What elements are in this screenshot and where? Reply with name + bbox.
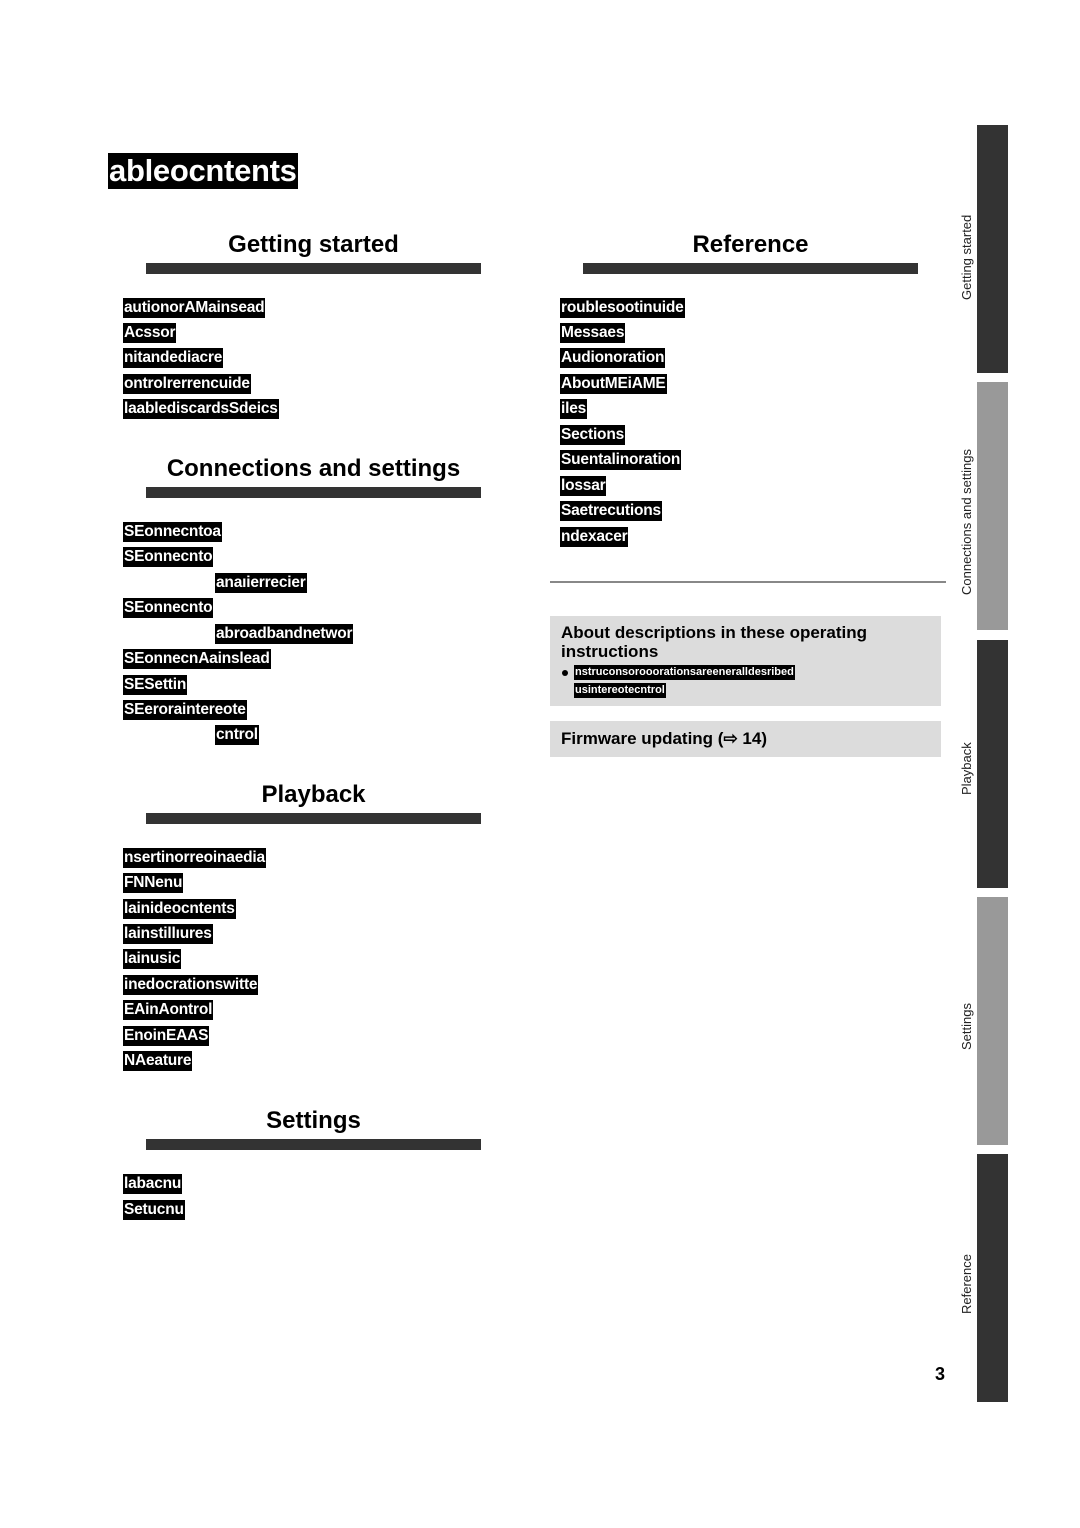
section-settings: Settings xyxy=(146,1107,481,1150)
toc-link[interactable]: Suentalinoration xyxy=(560,450,682,470)
toc-link[interactable]: roublesootinuide xyxy=(560,298,685,318)
page-title: ableocntents xyxy=(108,153,298,189)
toc-link[interactable]: Audionoration xyxy=(560,348,666,368)
toc-link[interactable]: nitandediacre xyxy=(123,348,224,368)
side-tab-settings[interactable]: Settings xyxy=(959,897,1008,1145)
side-tab-reference[interactable]: Reference xyxy=(959,1154,1008,1402)
section-heading: Getting started xyxy=(228,231,399,258)
toc-link[interactable]: Saetrecutions xyxy=(560,501,662,521)
section-reference: Reference xyxy=(583,231,918,274)
toc-link[interactable]: nsertinorreoinaedia xyxy=(123,848,266,868)
toc-link[interactable]: labacnu xyxy=(123,1174,183,1194)
note-bullet-line: nstruconsorooorationsareeneralldesribed xyxy=(574,665,795,680)
toc-link[interactable]: inedocrationswitte xyxy=(123,975,259,995)
section-bar xyxy=(146,263,481,274)
toc-link[interactable]: cntrol xyxy=(215,725,259,745)
side-tab-getting-started[interactable]: Getting started xyxy=(959,125,1008,373)
section-heading: Connections and settings xyxy=(166,455,461,482)
toc-link[interactable]: SEonnecnto xyxy=(123,598,214,618)
section-bar xyxy=(146,487,481,498)
about-descriptions-note: About descriptions in these operating in… xyxy=(550,616,941,706)
toc-link[interactable]: lossar xyxy=(560,476,607,496)
firmware-updating-note: Firmware updating (⇨ 14) xyxy=(550,721,941,757)
toc-link[interactable]: SEeroraintereote xyxy=(123,700,247,720)
toc-link[interactable]: EnoinEAAS xyxy=(123,1026,210,1046)
side-tab-playback[interactable]: Playback xyxy=(959,640,1008,888)
toc-link[interactable]: NAeature xyxy=(123,1051,193,1071)
note-bullet-line: usintereotecntrol xyxy=(574,683,666,698)
side-tab-label: Reference xyxy=(959,1254,974,1314)
side-tab-connections[interactable]: Connections and settings xyxy=(959,382,1008,630)
side-tab-label: Getting started xyxy=(959,214,974,300)
toc-link[interactable]: SEonnecnto xyxy=(123,547,214,567)
section-bar xyxy=(146,1139,481,1150)
toc-link[interactable]: abroadbandnetwor xyxy=(215,624,354,644)
note-bullet: nstruconsorooorationsareeneralldesribed … xyxy=(550,665,941,701)
toc-link[interactable]: SEonnecnAainslead xyxy=(123,649,271,669)
section-bar xyxy=(146,813,481,824)
toc-link[interactable]: ontrolrerrencuide xyxy=(123,374,251,394)
toc-link[interactable]: Setucnu xyxy=(123,1200,185,1220)
toc-link[interactable]: Messaes xyxy=(560,323,626,343)
toc-link[interactable]: iles xyxy=(560,399,588,419)
toc-link[interactable]: Sections xyxy=(560,425,626,445)
toc-link[interactable]: lainusic xyxy=(123,949,182,969)
section-heading: Playback xyxy=(261,781,366,808)
toc-link[interactable]: SESettin xyxy=(123,675,188,695)
side-tab-label: Settings xyxy=(959,1003,974,1050)
bullet-icon xyxy=(562,670,568,676)
side-tab-label: Playback xyxy=(959,742,974,795)
toc-link[interactable]: laablediscardsSdeics xyxy=(123,399,279,419)
page-number: 3 xyxy=(935,1364,946,1384)
toc-link[interactable]: Acssor xyxy=(123,323,177,343)
note-title: About descriptions in these operating in… xyxy=(561,623,868,661)
toc-link[interactable]: autionorAMainsead xyxy=(123,298,266,318)
section-bar xyxy=(583,263,918,274)
divider xyxy=(550,581,946,583)
toc-link[interactable]: lainstillıures xyxy=(123,924,213,944)
toc-link[interactable]: SEonnecntoa xyxy=(123,522,222,542)
section-heading: Settings xyxy=(266,1107,361,1134)
toc-link[interactable]: anaıierrecier xyxy=(215,573,307,593)
toc-link[interactable]: AboutMEiAME xyxy=(560,374,667,394)
toc-link[interactable]: EAinAontrol xyxy=(123,1000,214,1020)
toc-link[interactable]: FNNenu xyxy=(123,873,184,893)
toc-link[interactable]: ndexacer xyxy=(560,527,629,547)
section-heading: Reference xyxy=(692,231,809,258)
section-playback: Playback xyxy=(146,781,481,824)
section-getting-started: Getting started xyxy=(146,231,481,274)
toc-link[interactable]: lainideocntents xyxy=(123,899,236,919)
firmware-updating-link[interactable]: Firmware updating (⇨ 14) xyxy=(550,721,941,757)
side-tab-label: Connections and settings xyxy=(959,449,974,595)
section-connections: Connections and settings xyxy=(146,455,481,498)
